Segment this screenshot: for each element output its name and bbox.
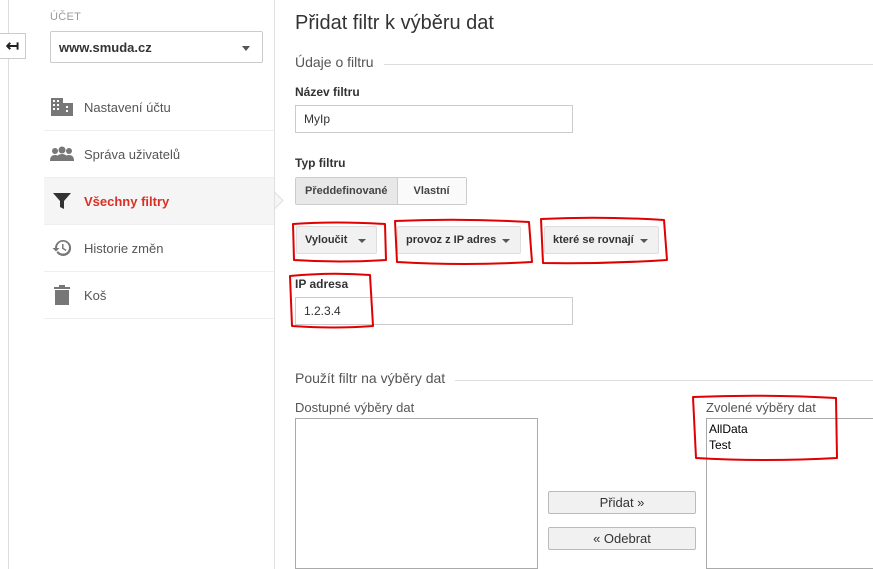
account-select[interactable]: www.smuda.cz xyxy=(50,31,263,63)
filter-type-toggle: Předdefinované Vlastní xyxy=(295,177,467,205)
trash-icon xyxy=(50,283,74,307)
history-icon xyxy=(50,236,74,260)
page-title: Přidat filtr k výběru dat xyxy=(295,12,494,34)
exclude-dropdown[interactable]: Vyloučit xyxy=(296,226,377,254)
add-view-button[interactable]: Přidat » xyxy=(548,491,696,514)
users-icon xyxy=(50,142,74,166)
caret-down-icon xyxy=(358,239,366,243)
caret-down-icon xyxy=(502,239,510,243)
sidebar-item-label: Správa uživatelů xyxy=(84,146,181,162)
sidebar-item-label: Všechny filtry xyxy=(84,193,170,209)
back-button[interactable]: ↤ xyxy=(0,33,26,59)
sidebar-item-all-filters[interactable]: Všechny filtry xyxy=(44,178,274,225)
sidebar-item-account-settings[interactable]: Nastavení účtu xyxy=(44,84,274,131)
filter-name-value: MyIp xyxy=(304,112,331,126)
caret-down-icon xyxy=(242,46,250,51)
available-views-label: Dostupné výběry dat xyxy=(295,400,415,415)
sidebar-item-trash[interactable]: Koš xyxy=(44,272,274,319)
rail-divider xyxy=(8,0,9,569)
condition-dropdown-value: které se rovnají xyxy=(553,234,634,246)
sidebar-nav: Nastavení účtu Správa uživatelů Všechny … xyxy=(44,84,274,319)
sidebar: ÚČET www.smuda.cz Nastavení účtu Správa … xyxy=(44,0,274,569)
sidebar-item-label: Historie změn xyxy=(84,240,164,256)
filter-name-input[interactable]: MyIp xyxy=(295,105,573,133)
back-arrow-icon: ↤ xyxy=(5,38,20,55)
source-dropdown[interactable]: provoz z IP adres xyxy=(397,226,521,254)
filter-name-label: Název filtru xyxy=(295,85,360,99)
left-rail: ↤ xyxy=(0,0,28,569)
filter-icon xyxy=(50,189,74,213)
sidebar-divider xyxy=(274,0,275,569)
sidebar-item-change-history[interactable]: Historie změn xyxy=(44,225,274,272)
sidebar-item-user-management[interactable]: Správa uživatelů xyxy=(44,131,274,178)
sidebar-item-label: Nastavení účtu xyxy=(84,99,171,115)
caret-down-icon xyxy=(640,239,648,243)
condition-dropdown[interactable]: které se rovnají xyxy=(544,226,659,254)
filter-info-heading: Údaje o filtru xyxy=(295,54,384,70)
filter-type-label: Typ filtru xyxy=(295,156,346,170)
ip-address-label: IP adresa xyxy=(295,277,349,291)
account-select-value: www.smuda.cz xyxy=(59,39,152,55)
account-label: ÚČET xyxy=(50,11,82,23)
selected-views-label: Zvolené výběry dat xyxy=(706,400,816,415)
main-content: Přidat filtr k výběru dat Údaje o filtru… xyxy=(295,0,873,569)
ip-address-value: 1.2.3.4 xyxy=(304,304,341,318)
ip-address-input[interactable]: 1.2.3.4 xyxy=(295,297,573,325)
filter-type-predefined-button[interactable]: Předdefinované xyxy=(296,178,398,204)
available-views-listbox[interactable] xyxy=(295,418,538,569)
selected-views-listbox[interactable]: AllData Test xyxy=(706,418,873,569)
list-item[interactable]: Test xyxy=(707,437,873,453)
exclude-dropdown-value: Vyloučit xyxy=(305,234,348,246)
source-dropdown-value: provoz z IP adres xyxy=(406,234,497,246)
remove-view-button[interactable]: « Odebrat xyxy=(548,527,696,550)
filter-type-custom-button[interactable]: Vlastní xyxy=(397,178,466,204)
sidebar-item-label: Koš xyxy=(84,287,107,303)
apply-filter-heading: Použít filtr na výběry dat xyxy=(295,370,456,386)
building-icon xyxy=(50,95,74,119)
list-item[interactable]: AllData xyxy=(707,421,873,437)
